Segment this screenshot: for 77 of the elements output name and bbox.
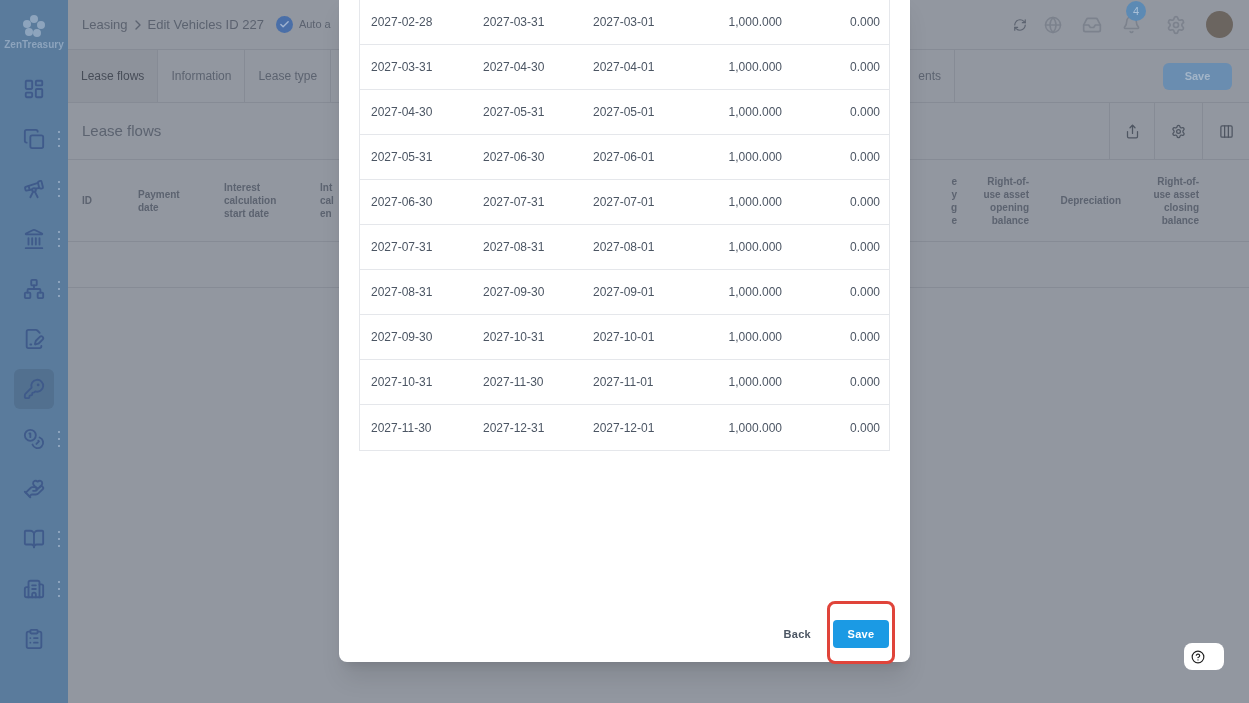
check-icon bbox=[275, 16, 293, 33]
settings-icon bbox=[1171, 123, 1186, 139]
table-cell-text: 0.000 bbox=[848, 149, 881, 166]
share-icon bbox=[1124, 123, 1140, 139]
table-cell-text: 2027-06-30 bbox=[370, 194, 434, 211]
table-cell-text: 2027-04-30 bbox=[370, 104, 434, 121]
table-cell-text: 1,000.000 bbox=[727, 14, 783, 31]
back-button[interactable]: Back bbox=[777, 620, 817, 648]
avatar[interactable] bbox=[1206, 11, 1233, 38]
network-icon bbox=[23, 278, 45, 300]
table-cell-text: 2027-05-31 bbox=[370, 149, 434, 166]
table-cell-text: 2027-12-01 bbox=[592, 419, 656, 437]
table-cell-text: 1,000.000 bbox=[727, 284, 783, 301]
table-cell-text: 2027-11-30 bbox=[482, 374, 545, 391]
table-cell-text: 2027-10-31 bbox=[482, 329, 546, 346]
table-cell-text: 2027-06-30 bbox=[482, 149, 546, 166]
bell-icon[interactable] bbox=[1122, 15, 1141, 34]
table-cell-text: 2027-11-01 bbox=[592, 374, 655, 391]
clipboard-icon bbox=[23, 628, 45, 650]
table-cell-text: 0.000 bbox=[848, 284, 881, 301]
table-cell-text: 2027-08-31 bbox=[370, 284, 434, 301]
table-cell-text: 2027-05-01 bbox=[592, 104, 656, 121]
table-cell-text: 1,000.000 bbox=[727, 59, 783, 76]
table-cell-text: 2027-06-01 bbox=[592, 149, 656, 166]
book-icon bbox=[23, 528, 45, 550]
table-cell-text: 2027-09-30 bbox=[482, 284, 546, 301]
table-cell-text: 0.000 bbox=[848, 59, 881, 76]
cards-icon bbox=[23, 128, 45, 150]
table-cell-text: 1,000.000 bbox=[727, 374, 783, 391]
save-button[interactable]: Save bbox=[833, 620, 889, 648]
table-cell-text: 2027-04-30 bbox=[482, 59, 546, 76]
tab[interactable]: Lease flows bbox=[68, 50, 159, 102]
table-cell-text: 2027-08-01 bbox=[592, 239, 656, 256]
table-cell-text: 0.000 bbox=[848, 419, 881, 437]
document-pen-icon bbox=[23, 328, 45, 350]
table-cell-text: 1,000.000 bbox=[727, 104, 783, 121]
table-cell-text: 2027-07-31 bbox=[482, 194, 546, 211]
table-cell-text: 2027-07-31 bbox=[370, 239, 434, 256]
table-cell-text: 1,000.000 bbox=[727, 194, 783, 211]
table-cell-text: 2027-10-31 bbox=[370, 374, 434, 391]
sidebar-item[interactable] bbox=[14, 369, 54, 409]
notification-badge: 4 bbox=[1126, 1, 1146, 21]
table-cell-text: 2027-07-01 bbox=[592, 194, 656, 211]
table-cell-text: 2027-08-31 bbox=[482, 239, 546, 256]
hands-icon bbox=[23, 478, 45, 500]
table-cell-text: 1,000.000 bbox=[727, 329, 783, 346]
table-cell-text: 0.000 bbox=[848, 329, 881, 346]
columns-icon bbox=[1218, 123, 1234, 139]
bank-icon bbox=[23, 228, 45, 250]
save-button[interactable]: Save bbox=[1163, 62, 1232, 90]
table-cell-text: 2027-12-31 bbox=[482, 419, 546, 437]
logo-icon bbox=[22, 14, 46, 38]
table-cell-text: 2027-04-01 bbox=[592, 59, 656, 76]
table-cell-text: 1,000.000 bbox=[727, 239, 783, 256]
table-cell-text: 0.000 bbox=[848, 194, 881, 211]
table-cell-text: 2027-03-01 bbox=[592, 14, 656, 31]
table-cell-text: 0.000 bbox=[848, 104, 881, 121]
table-cell-text: 2027-03-31 bbox=[482, 14, 546, 31]
table-cell-text: 0.000 bbox=[848, 239, 881, 256]
table-cell-text: 2027-03-31 bbox=[370, 59, 434, 76]
table-cell-text: 2027-09-30 bbox=[370, 329, 434, 346]
table-cell-text: 1,000.000 bbox=[727, 419, 783, 437]
coins-icon bbox=[23, 428, 45, 450]
refresh-icon[interactable] bbox=[1013, 17, 1027, 32]
dashboard-icon bbox=[23, 78, 45, 100]
table-cell-text: 2027-09-01 bbox=[592, 284, 656, 301]
table-cell-text: 2027-05-31 bbox=[482, 104, 546, 121]
table-cell-text: 2027-10-01 bbox=[592, 329, 656, 346]
building-icon bbox=[23, 578, 45, 600]
table-cell-text: 0.000 bbox=[848, 374, 881, 391]
table-cell-text: 2027-11-30 bbox=[370, 419, 433, 437]
telescope-icon bbox=[23, 178, 45, 200]
table-cell-text: 0.000 bbox=[848, 14, 881, 31]
help-icon bbox=[1191, 649, 1205, 664]
help-button[interactable] bbox=[1184, 643, 1224, 670]
table-cell-text: 2027-02-28 bbox=[370, 14, 434, 31]
table-cell-text: 1,000.000 bbox=[727, 149, 783, 166]
